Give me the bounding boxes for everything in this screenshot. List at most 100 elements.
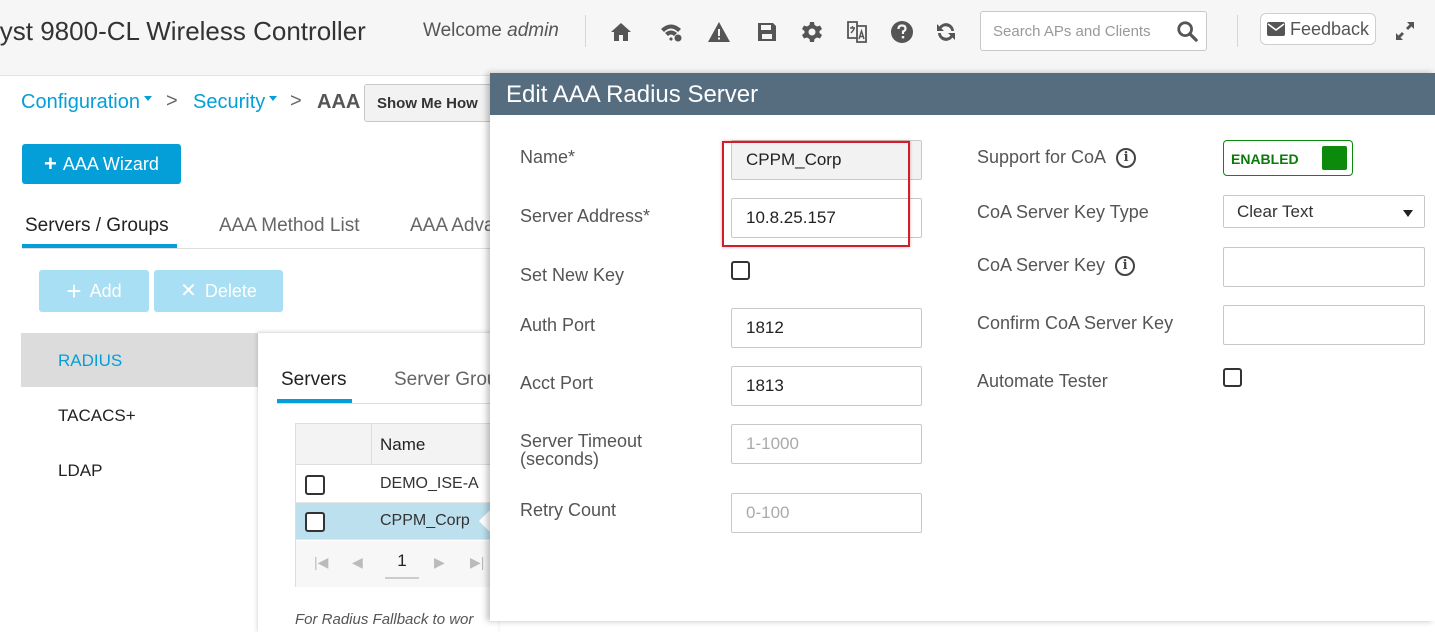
tab-aaa-advanced[interactable]: AAA Adva — [410, 215, 495, 237]
server-address-label: Server Address* — [520, 206, 651, 226]
aaa-wizard-label: AAA Wizard — [62, 153, 159, 174]
add-label: Add — [89, 280, 122, 301]
tab-server-groups[interactable]: Server Grou — [394, 369, 490, 391]
help-icon[interactable] — [888, 18, 916, 46]
acct-port-field[interactable] — [731, 366, 922, 406]
aaa-wizard-button[interactable]: + AAA Wizard — [22, 144, 181, 184]
top-header: lyst 9800-CL Wireless Controller Welcome… — [0, 0, 1435, 76]
expand-icon[interactable] — [1393, 19, 1417, 43]
info-icon[interactable]: i — [1116, 148, 1137, 169]
name-label: Name* — [520, 147, 576, 167]
search-input[interactable] — [981, 12, 1171, 50]
next-page-icon[interactable]: ▶ — [434, 554, 445, 571]
translate-icon[interactable] — [843, 18, 871, 46]
chevron-down-icon — [143, 96, 152, 102]
breadcrumb-separator: > — [290, 90, 302, 112]
server-timeout-label-line2: (seconds) — [520, 449, 600, 469]
set-new-key-label: Set New Key — [520, 265, 625, 285]
breadcrumb-current: AAA — [317, 91, 361, 113]
tab-servers-groups[interactable]: Servers / Groups — [25, 215, 169, 237]
automate-tester-label: Automate Tester — [977, 371, 1108, 391]
row-name: DEMO_ISE-A — [380, 475, 479, 492]
last-page-icon[interactable]: ▶| — [470, 554, 484, 571]
table-pager: |◀ ◀ 1 ▶ ▶| — [296, 541, 496, 587]
tab-servers[interactable]: Servers — [281, 369, 346, 391]
breadcrumb-configuration-label: Configuration — [21, 91, 140, 113]
column-divider — [371, 424, 372, 465]
server-timeout-field[interactable] — [731, 424, 922, 464]
gear-icon[interactable] — [798, 18, 826, 46]
column-header-name[interactable]: Name — [380, 435, 425, 455]
tabs-divider — [277, 403, 492, 404]
servers-table: Name DEMO_ISE-A CPPM_Corp |◀ ◀ 1 ▶ ▶| — [295, 423, 496, 587]
server-timeout-label-line1: Server Timeout — [520, 431, 643, 451]
header-divider — [585, 15, 586, 47]
refresh-icon[interactable] — [932, 18, 960, 46]
coa-server-key-label: CoA Server Key i — [977, 255, 1136, 277]
tab-aaa-method-list[interactable]: AAA Method List — [219, 215, 359, 237]
breadcrumb-security[interactable]: Security — [193, 91, 278, 114]
coa-server-key-text: CoA Server Key — [977, 255, 1106, 275]
app-title: lyst 9800-CL Wireless Controller — [0, 16, 366, 46]
delete-label: Delete — [204, 280, 257, 301]
current-page: 1 — [385, 545, 419, 579]
retry-count-label: Retry Count — [520, 500, 617, 520]
retry-count-field[interactable] — [731, 493, 922, 533]
row-checkbox[interactable] — [305, 512, 325, 532]
auth-port-field[interactable] — [731, 308, 922, 348]
plus-icon: + — [66, 276, 82, 306]
modal-header: Edit AAA Radius Server — [490, 73, 1435, 115]
row-name: CPPM_Corp — [380, 512, 470, 529]
coa-server-key-field[interactable] — [1223, 247, 1425, 287]
toggle-knob — [1322, 146, 1347, 170]
search-box[interactable] — [980, 11, 1207, 51]
prev-page-icon[interactable]: ◀ — [352, 554, 363, 571]
envelope-icon — [1266, 22, 1285, 36]
feedback-button[interactable]: Feedback — [1260, 13, 1376, 45]
welcome-user: admin — [507, 20, 559, 41]
coa-toggle-label: ENABLED — [1231, 151, 1299, 167]
table-row-selected[interactable]: CPPM_Corp — [296, 503, 496, 540]
sidebar-item-tacacs[interactable]: TACACS+ — [21, 388, 258, 442]
table-header: Name — [296, 424, 496, 465]
chevron-down-icon — [269, 96, 278, 102]
search-icon[interactable] — [1176, 20, 1198, 42]
warning-icon[interactable] — [705, 18, 733, 46]
info-icon[interactable]: i — [1115, 256, 1136, 277]
welcome-prefix: Welcome — [423, 20, 502, 41]
set-new-key-checkbox[interactable] — [731, 261, 750, 280]
close-icon: ✕ — [180, 280, 197, 302]
auth-port-label: Auth Port — [520, 315, 596, 335]
acct-port-label: Acct Port — [520, 373, 594, 393]
confirm-coa-key-field[interactable] — [1223, 305, 1425, 345]
server-timeout-label: Server Timeout (seconds) — [520, 432, 642, 468]
coa-key-type-select[interactable]: Clear Text — [1223, 195, 1425, 228]
plus-icon: + — [44, 151, 57, 176]
automate-tester-checkbox[interactable] — [1223, 368, 1242, 387]
confirm-coa-key-label: Confirm CoA Server Key — [977, 313, 1174, 333]
wireless-gear-icon[interactable] — [657, 18, 685, 46]
save-icon[interactable] — [753, 18, 781, 46]
sidebar-item-radius[interactable]: RADIUS — [21, 333, 258, 387]
show-me-how-button[interactable]: Show Me How — [364, 84, 494, 122]
delete-button[interactable]: ✕ Delete — [154, 270, 283, 312]
breadcrumb-security-label: Security — [193, 91, 266, 113]
breadcrumb-separator: > — [166, 90, 178, 112]
table-row[interactable]: DEMO_ISE-A — [296, 466, 496, 503]
support-for-coa-label: Support for CoA i — [977, 147, 1137, 169]
home-icon[interactable] — [607, 18, 635, 46]
sidebar-item-ldap[interactable]: LDAP — [21, 443, 258, 497]
fallback-note: For Radius Fallback to wor — [295, 611, 474, 628]
first-page-icon[interactable]: |◀ — [314, 554, 328, 571]
welcome-text: Welcome admin — [423, 20, 559, 42]
coa-toggle[interactable]: ENABLED — [1223, 140, 1353, 176]
coa-key-type-value: Clear Text — [1237, 202, 1314, 221]
breadcrumb-configuration[interactable]: Configuration — [21, 91, 152, 114]
tabs-divider — [22, 248, 492, 249]
support-for-coa-text: Support for CoA — [977, 147, 1107, 167]
modal-title: Edit AAA Radius Server — [506, 81, 759, 108]
header-divider — [1237, 15, 1238, 47]
add-button[interactable]: + Add — [39, 270, 149, 312]
row-checkbox[interactable] — [305, 475, 325, 495]
chevron-down-icon — [1403, 210, 1413, 217]
